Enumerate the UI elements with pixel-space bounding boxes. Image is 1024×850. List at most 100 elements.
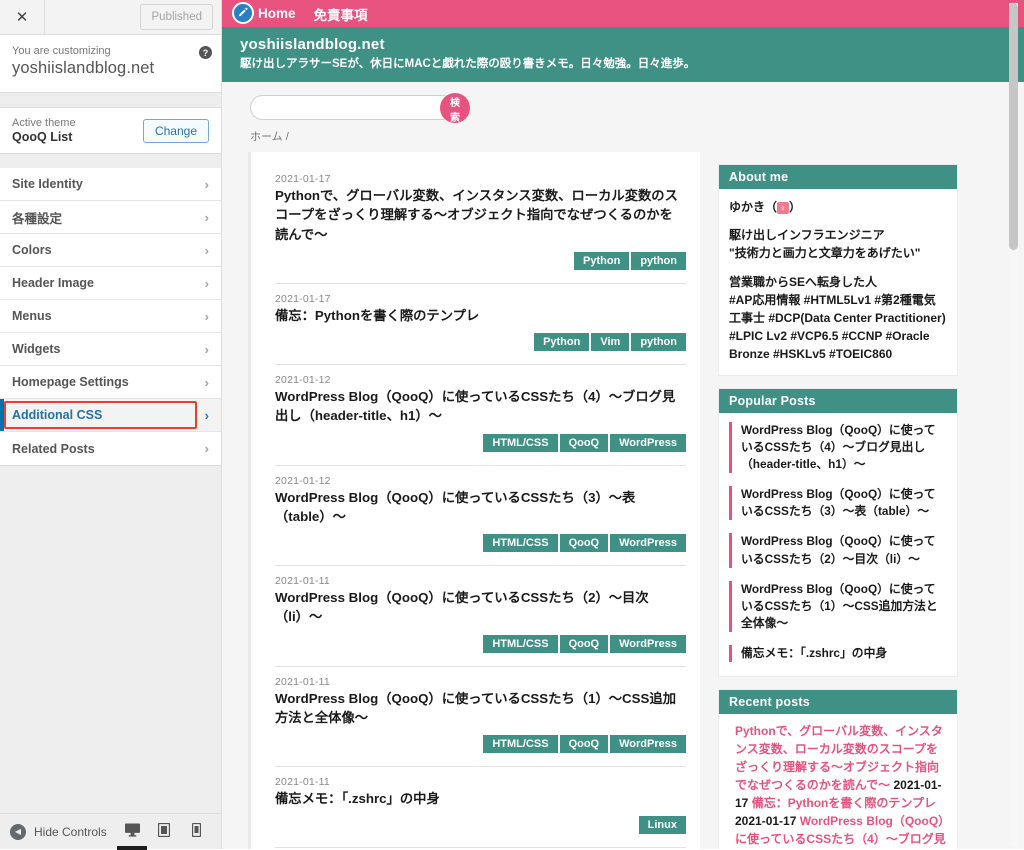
post-tag[interactable]: python [631, 333, 686, 352]
post-tag-row: HTML/CSS QooQ WordPress [275, 634, 686, 653]
post-tag[interactable]: HTML/CSS [483, 634, 558, 653]
post-tag[interactable]: WordPress [610, 634, 686, 653]
change-theme-button[interactable]: Change [142, 118, 209, 143]
site-navbar: Home 免責事項 [222, 0, 1024, 27]
hide-controls-button[interactable]: Hide Controls [34, 825, 117, 839]
customizer-nav-label: Header Image [12, 276, 94, 290]
post-tag[interactable]: QooQ [559, 433, 609, 452]
customizer-panel: ✕ Published You are customizing yoshiisl… [0, 0, 222, 850]
recent-post-date: 2021-01-17 [735, 814, 800, 829]
popular-post-link[interactable]: 備忘メモ：「.zshrc」の中身 [729, 644, 947, 663]
widget-title-popular: Popular Posts [719, 389, 957, 413]
about-author-name: ゆかき（ ♀） [729, 198, 947, 215]
site-name: yoshiislandblog.net [12, 59, 155, 77]
post-tag[interactable]: WordPress [610, 433, 686, 452]
widget-body-recent: Pythonで、グローバル変数、インスタンス変数、ローカル変数のスコープをざっく… [719, 714, 957, 849]
post-tag-row: Python python [275, 251, 686, 270]
popular-post-link[interactable]: WordPress Blog（QooQ）に使っているCSSたち（2）〜目次（li… [729, 533, 947, 568]
post-tag[interactable]: HTML/CSS [483, 534, 558, 553]
post-tag[interactable]: WordPress [610, 534, 686, 553]
customizer-footer: ◀ Hide Controls [0, 813, 221, 850]
close-customizer-button[interactable]: ✕ [0, 0, 45, 34]
chevron-right-icon: › [204, 374, 209, 390]
theme-text: Active theme QooQ List [12, 117, 143, 144]
device-tablet-button[interactable] [149, 815, 179, 850]
post-tag-row: HTML/CSS QooQ WordPress [275, 534, 686, 553]
about-paragraph-2: 営業職からSEへ転身した人 #AP応用情報 #HTML5Lv1 #第2種電気工事… [729, 275, 946, 361]
site-tagline: 駆け出しアラサーSEが、休日にMACと戯れた際の殴り書きメモ。日々勉強。日々進歩… [240, 58, 696, 70]
nav-link-disclaimer[interactable]: 免責事項 [314, 4, 368, 24]
theme-name: QooQ List [12, 130, 73, 144]
search-input[interactable] [250, 95, 455, 120]
tablet-icon [158, 823, 170, 837]
customizer-nav-item-homepage-settings[interactable]: Homepage Settings › [0, 366, 221, 399]
site-preview: Home 免責事項 yoshiislandblog.net 駆け出しアラサーSE… [222, 0, 1024, 849]
published-button[interactable]: Published [140, 4, 213, 30]
post-date: 2021-01-12 [275, 474, 331, 487]
edit-shortcut-pencil-icon[interactable] [232, 2, 254, 24]
post-tag[interactable]: Linux [638, 816, 686, 835]
popular-post-link[interactable]: WordPress Blog（QooQ）に使っているCSSたち（3）〜表（tab… [729, 486, 947, 521]
post-tag[interactable]: Python [534, 333, 590, 352]
popular-post-link[interactable]: WordPress Blog（QooQ）に使っているCSSたち（4）〜ブログ見出… [729, 422, 947, 474]
customizer-nav-label: 各種設定 [12, 211, 63, 226]
post-date: 2021-01-11 [275, 575, 330, 588]
post-tag[interactable]: HTML/CSS [483, 735, 558, 754]
customizer-nav-item-site-identity[interactable]: Site Identity › [0, 168, 221, 201]
customizer-nav-item-[interactable]: 各種設定 › [0, 201, 221, 234]
post-list-item: 2021-01-11 WordPress Blog（QooQ）に使っているCSSた… [251, 566, 700, 653]
post-tag[interactable]: WordPress [610, 735, 686, 754]
chevron-right-icon: › [204, 209, 209, 225]
customizing-label: You are customizing [12, 45, 111, 57]
post-title-link[interactable]: WordPress Blog（QooQ）に使っているCSSたち（4）〜ブログ見出… [275, 387, 686, 426]
post-tag[interactable]: Python [574, 251, 630, 270]
site-title[interactable]: yoshiislandblog.net [240, 36, 1024, 53]
post-title-link[interactable]: WordPress Blog（QooQ）に使っているCSSたち（2）〜目次（li… [275, 588, 686, 627]
mobile-icon [191, 823, 201, 837]
customizer-nav-item-related-posts[interactable]: Related Posts › [0, 432, 221, 465]
customizer-header: ✕ Published [0, 0, 221, 35]
popular-post-link[interactable]: WordPress Blog（QooQ）に使っているCSSたち（1）〜CSS追加… [729, 580, 947, 632]
customizer-nav-label: Menus [12, 309, 52, 323]
post-title-link[interactable]: Pythonで、グローバル変数、インスタンス変数、ローカル変数のスコープをざっく… [275, 186, 686, 244]
post-title-link[interactable]: 備忘：Pythonを書く際のテンプレ [275, 306, 686, 325]
panel-gap-2 [0, 154, 221, 168]
preview-scrollbar-thumb[interactable] [1009, 3, 1018, 250]
active-theme-row: Active theme QooQ List Change [0, 107, 221, 154]
post-tag[interactable]: QooQ [559, 735, 609, 754]
widget-about-me: About me ゆかき（ ♀） 駆け出しインフラエンジニア "技術力と画力と文章… [718, 164, 958, 376]
chevron-right-icon: › [204, 441, 209, 456]
chevron-right-icon: › [204, 176, 209, 192]
post-tag-row: HTML/CSS QooQ WordPress [275, 433, 686, 452]
post-tag[interactable]: QooQ [559, 634, 609, 653]
collapse-sidebar-icon[interactable]: ◀ [10, 823, 26, 840]
device-mobile-button[interactable] [181, 815, 211, 850]
post-tag[interactable]: python [631, 251, 686, 270]
help-icon[interactable]: ? [199, 46, 212, 59]
post-title-link[interactable]: WordPress Blog（QooQ）に使っているCSSたち（1）〜CSS追加… [275, 689, 686, 728]
customizer-nav-item-header-image[interactable]: Header Image › [0, 267, 221, 300]
customizer-nav-item-additional-css[interactable]: Additional CSS › [0, 399, 221, 432]
post-title-link[interactable]: 備忘メモ：「.zshrc」の中身 [275, 789, 686, 808]
gender-symbol-icon: ♀ [777, 201, 790, 214]
device-desktop-button[interactable] [117, 815, 147, 850]
about-paragraph-1: 駆け出しインフラエンジニア "技術力と画力と文章力をあげたい" [729, 228, 921, 260]
customizer-nav-item-menus[interactable]: Menus › [0, 300, 221, 333]
recent-post-link[interactable]: 備忘：Pythonを書く際のテンプレ [752, 796, 936, 810]
post-date: 2021-01-11 [275, 675, 330, 688]
post-date: 2021-01-11 [275, 776, 330, 789]
post-title-link[interactable]: WordPress Blog（QooQ）に使っているCSSたち（3）〜表（tab… [275, 488, 686, 527]
customizer-nav-item-colors[interactable]: Colors › [0, 234, 221, 267]
post-list-item: 2021-01-17 Pythonで、グローバル変数、インスタンス変数、ローカル変… [251, 164, 700, 270]
post-tag[interactable]: HTML/CSS [483, 433, 558, 452]
active-theme-label: Active theme [12, 117, 76, 129]
nav-link-home[interactable]: Home [258, 6, 296, 21]
customizer-nav-item-widgets[interactable]: Widgets › [0, 333, 221, 366]
post-tag[interactable]: Vim [591, 333, 630, 352]
chevron-right-icon: › [204, 407, 209, 423]
search-submit-button[interactable]: 検索 [440, 93, 470, 124]
post-list-item: 2021-01-11 備忘メモ：「.zshrc」の中身 Linux [251, 767, 700, 835]
header-spacer [45, 0, 140, 34]
post-tag[interactable]: QooQ [559, 534, 609, 553]
site-header: yoshiislandblog.net 駆け出しアラサーSEが、休日にMACと戯… [222, 27, 1024, 82]
